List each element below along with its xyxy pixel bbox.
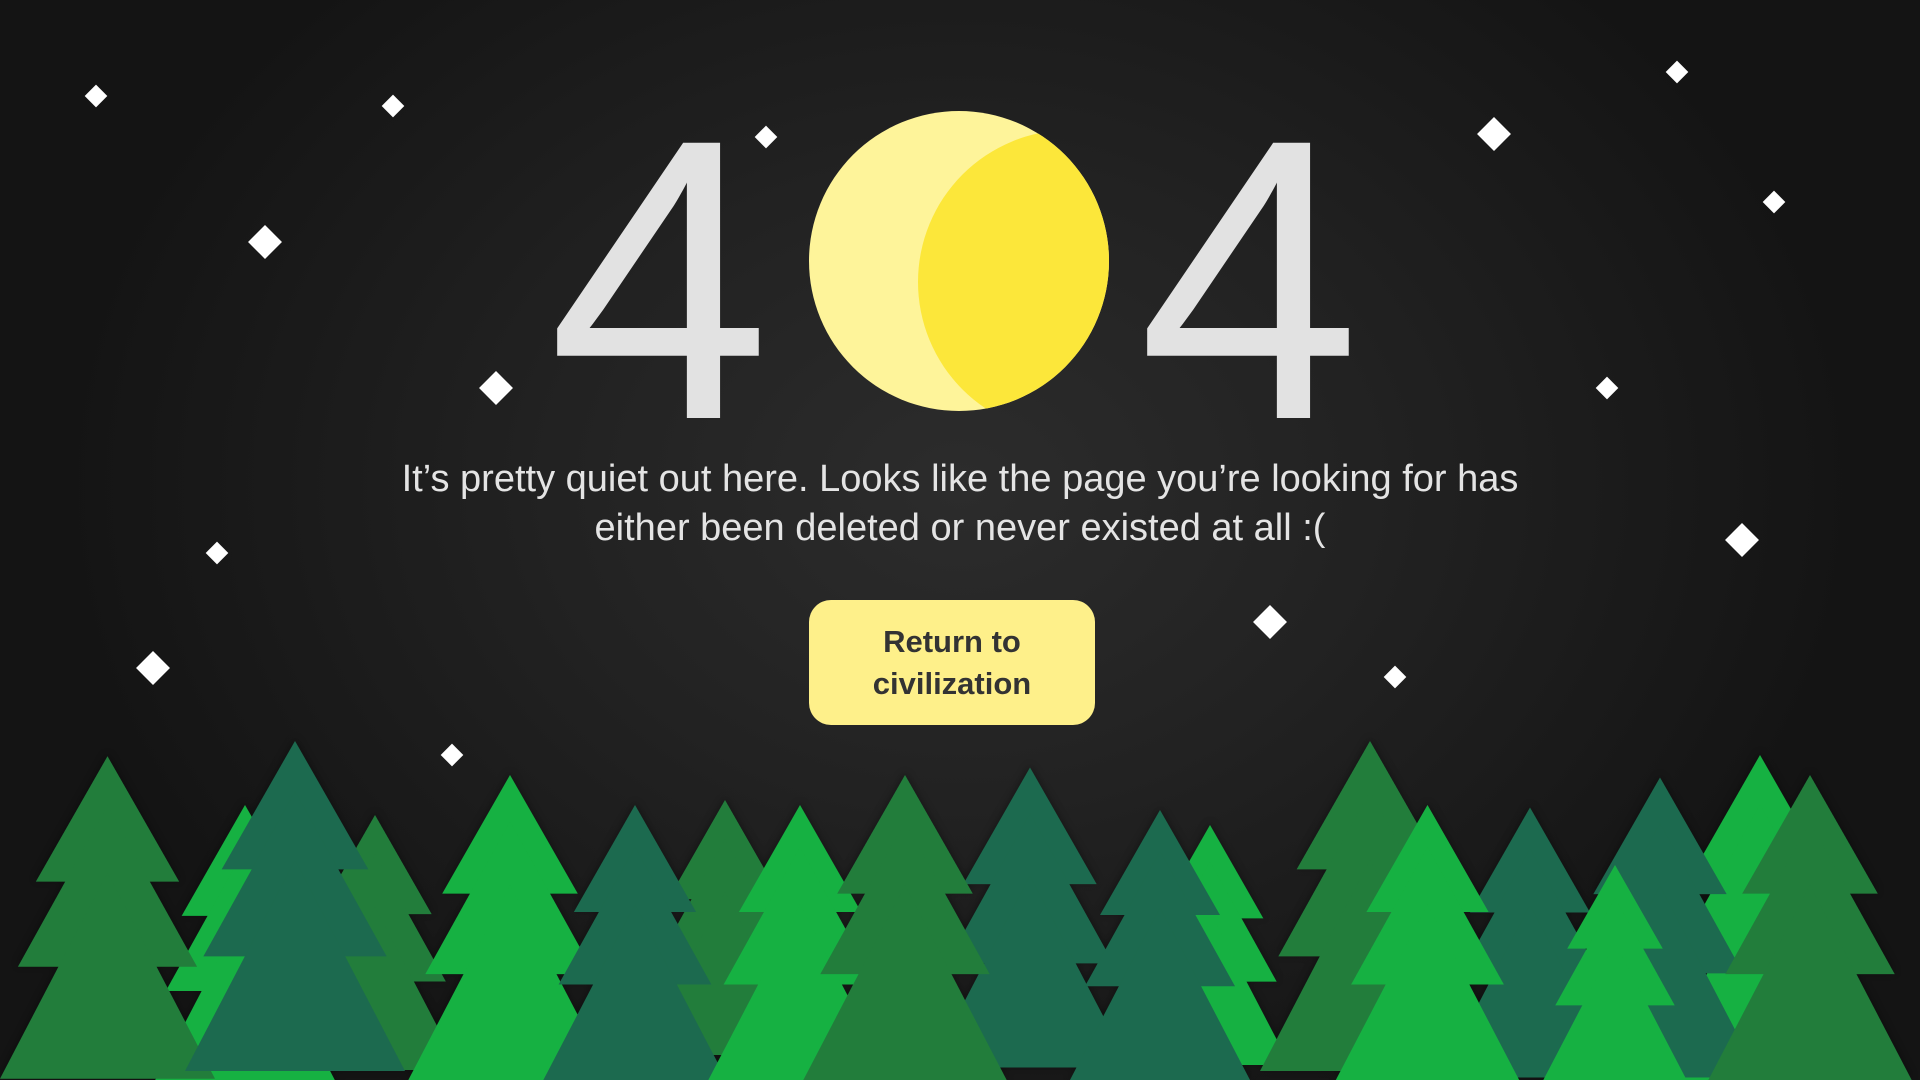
- pine-tree-icon: [0, 756, 215, 1079]
- forest: [0, 741, 1912, 1080]
